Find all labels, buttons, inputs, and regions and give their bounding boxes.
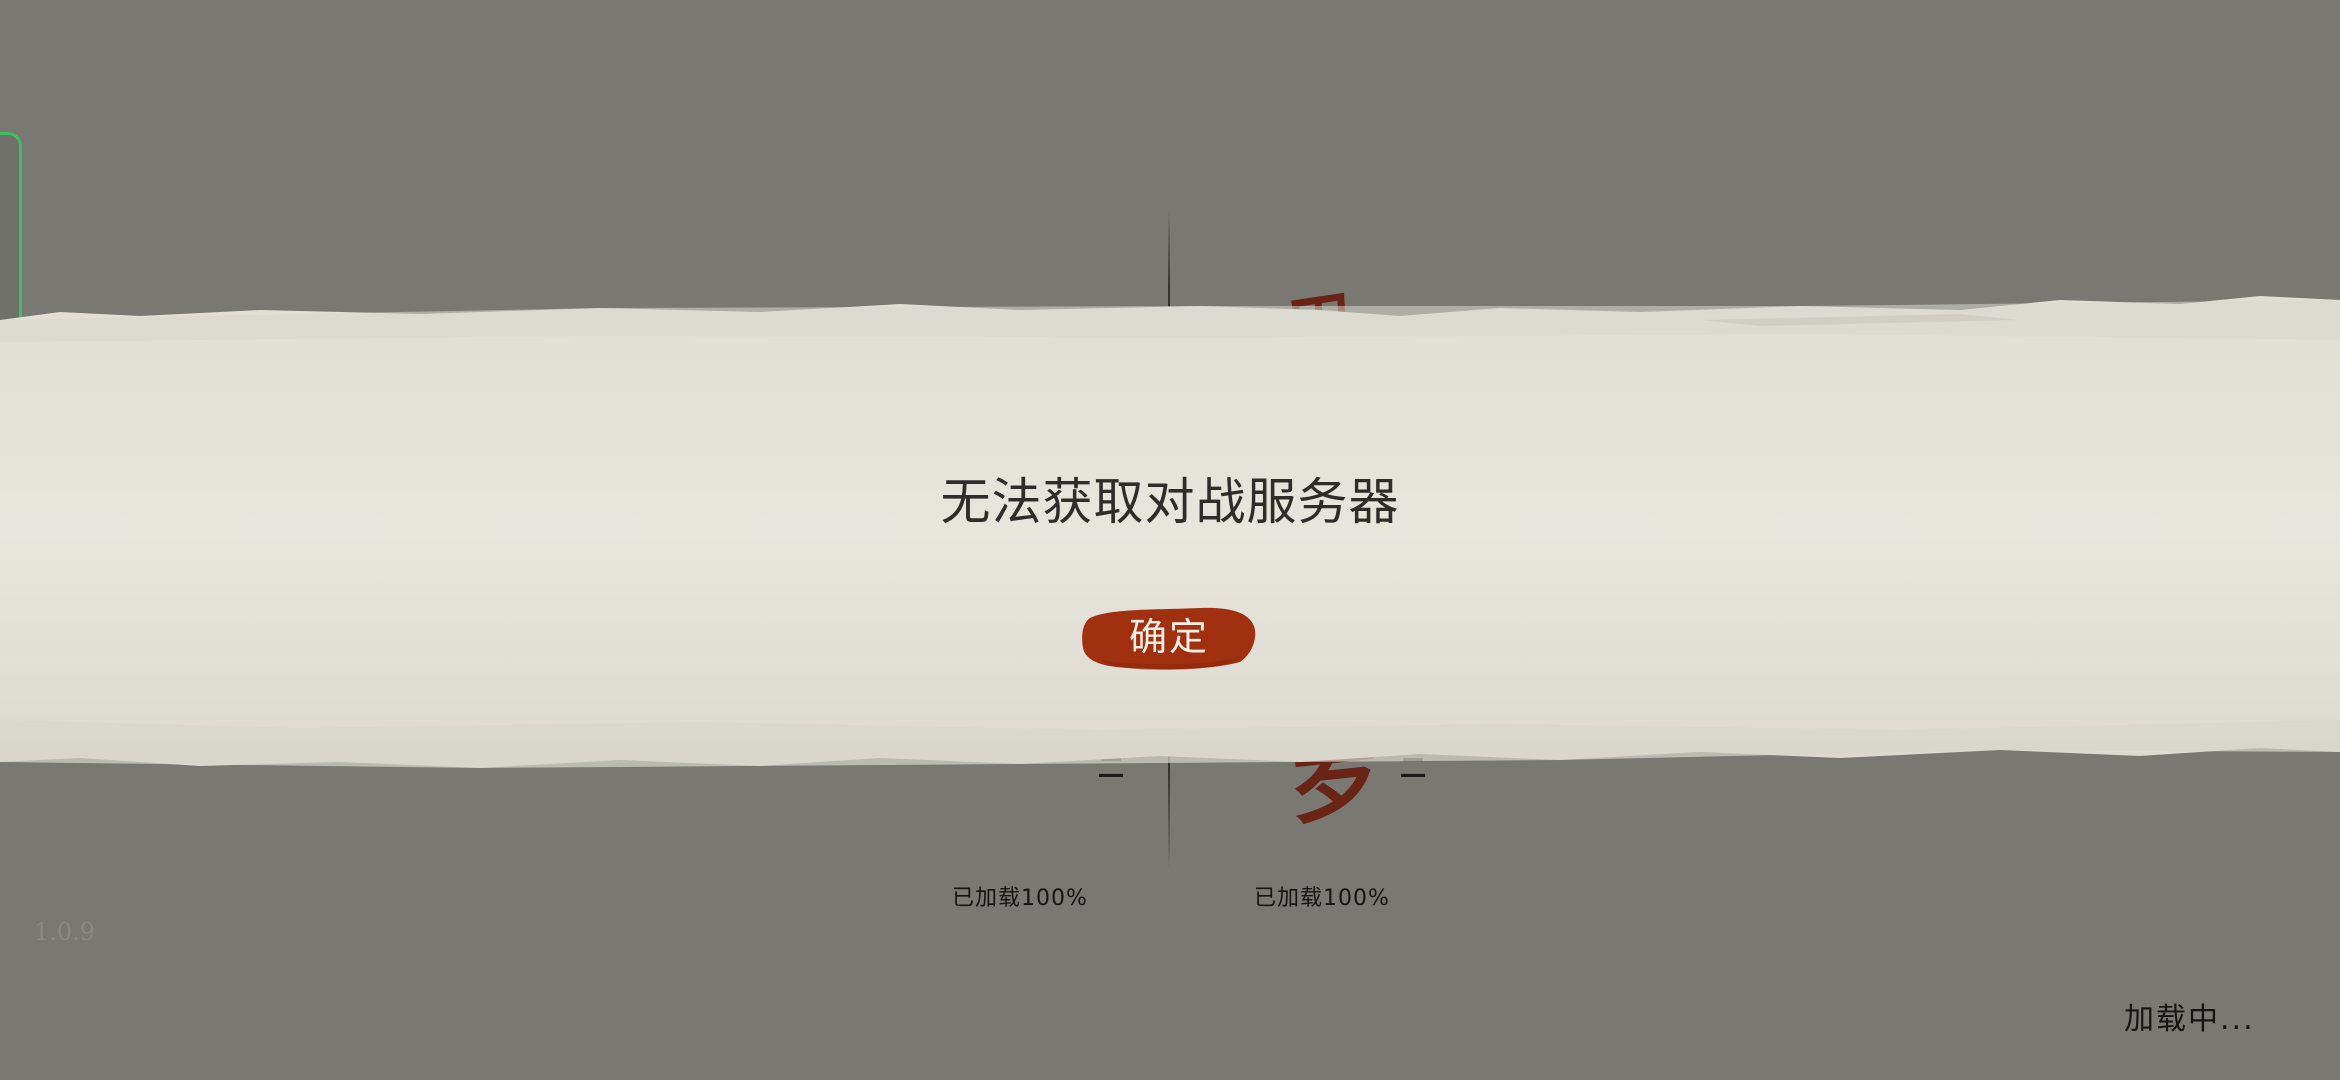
- version-label: 1.0.9: [34, 918, 96, 946]
- player-load-progress-right: 已加载100%: [1254, 886, 1390, 911]
- confirm-button[interactable]: 确定: [1080, 604, 1258, 672]
- player-load-progress-left: 已加载100%: [952, 886, 1088, 911]
- dialog-message: 无法获取对战服务器: [940, 473, 1400, 531]
- confirm-button-label: 确定: [1128, 615, 1209, 659]
- loading-status: 加载中...: [2124, 1002, 2255, 1037]
